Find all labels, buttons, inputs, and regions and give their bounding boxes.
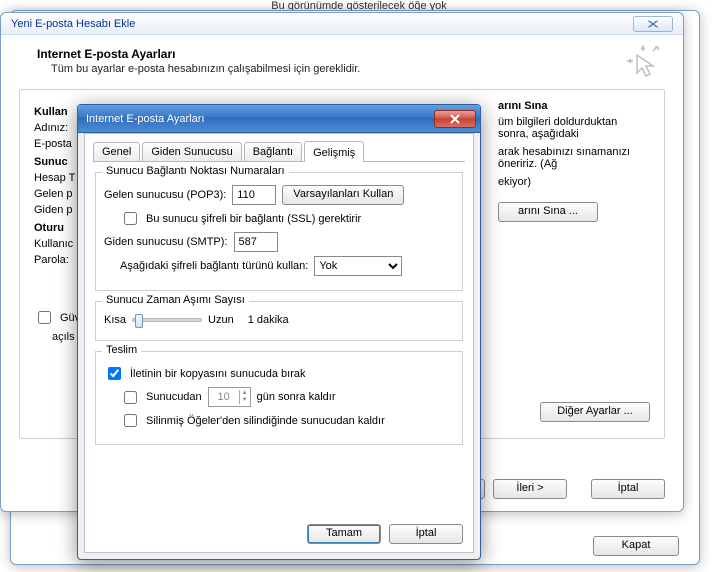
tab-connection[interactable]: Bağlantı bbox=[244, 142, 302, 161]
test-settings-text1: üm bilgileri doldurduktan sonra, aşağıda… bbox=[498, 116, 650, 140]
leave-copy-checkbox[interactable] bbox=[108, 367, 121, 380]
timeout-fieldset: Sunucu Zaman Aşımı Sayısı Kısa Uzun 1 da… bbox=[95, 301, 463, 341]
cursor-icon bbox=[625, 43, 661, 82]
ports-legend: Sunucu Bağlantı Noktası Numaraları bbox=[102, 165, 289, 177]
window-titlebar: Yeni E-posta Hesabı Ekle bbox=[1, 13, 683, 35]
tab-advanced[interactable]: Gelişmiş bbox=[304, 141, 364, 162]
remove-when-deleted-checkbox[interactable] bbox=[124, 414, 137, 427]
dialog-titlebar: Internet E-posta Ayarları bbox=[78, 105, 480, 133]
encryption-type-label: Aşağıdaki şifreli bağlantı türünü kullan… bbox=[120, 260, 308, 272]
close-button[interactable]: Kapat bbox=[593, 536, 679, 556]
window-title: Yeni E-posta Hesabı Ekle bbox=[11, 18, 135, 30]
timeout-short-label: Kısa bbox=[104, 314, 126, 326]
use-defaults-button[interactable]: Varsayılanları Kullan bbox=[282, 185, 404, 205]
tab-general[interactable]: Genel bbox=[93, 142, 140, 161]
slider-thumb-icon bbox=[135, 314, 143, 328]
delivery-fieldset: Teslim İletinin bir kopyasını sunucuda b… bbox=[95, 351, 463, 445]
dialog-title: Internet E-posta Ayarları bbox=[86, 113, 204, 125]
page-title: Internet E-posta Ayarları bbox=[37, 47, 665, 61]
advanced-settings-dialog: Internet E-posta Ayarları Genel Giden Su… bbox=[77, 104, 481, 560]
timeout-slider[interactable] bbox=[132, 318, 202, 322]
ports-fieldset: Sunucu Bağlantı Noktası Numaraları Gelen… bbox=[95, 172, 463, 291]
encryption-type-select[interactable]: Yok bbox=[314, 256, 402, 276]
cancel-button[interactable]: İptal bbox=[591, 479, 665, 499]
close-icon bbox=[448, 114, 462, 124]
tabstrip: Genel Giden Sunucusu Bağlantı Gelişmiş bbox=[93, 140, 465, 162]
timeout-value: 1 dakika bbox=[248, 314, 289, 326]
leave-copy-label: İletinin bir kopyasını sunucuda bırak bbox=[130, 368, 306, 380]
outgoing-port-input[interactable] bbox=[234, 232, 278, 252]
days-value: 10 bbox=[209, 391, 239, 403]
spa-checkbox[interactable] bbox=[38, 311, 51, 324]
outgoing-port-label: Giden sunucusu (SMTP): bbox=[104, 236, 228, 248]
test-settings-text2: arak hesabınızı sınamanızı öneririz. (Ağ bbox=[498, 146, 650, 170]
days-spinner[interactable]: 10 ▲▼ bbox=[208, 387, 251, 407]
ok-button[interactable]: Tamam bbox=[307, 524, 381, 544]
tab-outgoing-server[interactable]: Giden Sunucusu bbox=[142, 142, 241, 161]
incoming-port-label: Gelen sunucusu (POP3): bbox=[104, 189, 226, 201]
chevron-up-icon: ▲ bbox=[240, 390, 250, 397]
remove-after-days-checkbox[interactable] bbox=[124, 391, 137, 404]
page-subtitle: Tüm bu ayarlar e-posta hesabınızın çalış… bbox=[51, 63, 665, 75]
test-account-button[interactable]: arını Sına ... bbox=[498, 202, 598, 222]
ssl-required-checkbox[interactable] bbox=[124, 212, 137, 225]
dialog-cancel-button[interactable]: İptal bbox=[389, 524, 463, 544]
ssl-required-label: Bu sunucu şifreli bir bağlantı (SSL) ger… bbox=[146, 213, 361, 225]
incoming-port-input[interactable] bbox=[232, 185, 276, 205]
close-icon bbox=[645, 19, 661, 29]
window-close-button[interactable] bbox=[633, 16, 673, 32]
more-settings-button[interactable]: Diğer Ayarlar ... bbox=[540, 402, 650, 422]
chevron-down-icon: ▼ bbox=[240, 397, 250, 404]
dialog-close-button[interactable] bbox=[434, 110, 476, 128]
delivery-legend: Teslim bbox=[102, 344, 141, 356]
timeout-long-label: Uzun bbox=[208, 314, 234, 326]
remove-after-days-label1: Sunucudan bbox=[146, 391, 202, 403]
next-button[interactable]: İleri > bbox=[493, 479, 567, 499]
test-settings-text3: ekiyor) bbox=[498, 176, 650, 188]
timeout-legend: Sunucu Zaman Aşımı Sayısı bbox=[102, 294, 249, 306]
remove-when-deleted-label: Silinmiş Öğeler'den silindiğinde sunucud… bbox=[146, 415, 385, 427]
remove-after-days-label2: gün sonra kaldır bbox=[257, 391, 336, 403]
test-settings-title: arını Sına bbox=[498, 100, 650, 112]
